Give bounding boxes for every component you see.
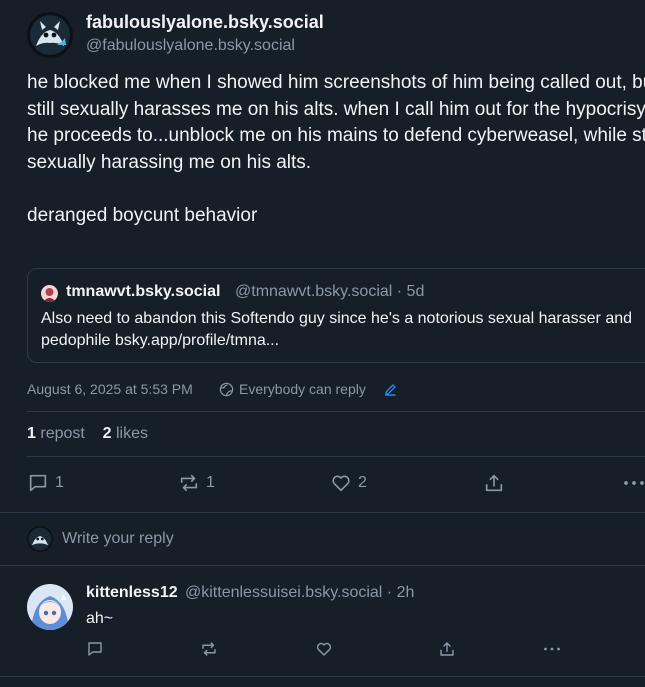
like-count[interactable]: 2 likes: [103, 425, 148, 442]
reply-text: ah~: [86, 610, 114, 627]
reply-count: 1: [55, 474, 64, 491]
share-button[interactable]: [483, 472, 505, 494]
like-action-count: 2: [358, 474, 367, 491]
reply-button[interactable]: 1: [27, 472, 64, 494]
reply-setting[interactable]: Everybody can reply: [239, 381, 366, 397]
reply-bubble-icon: [29, 474, 47, 492]
divider: [27, 456, 645, 457]
share-icon: [485, 474, 503, 492]
post-timestamp[interactable]: August 6, 2025 at 5:53 PM: [27, 381, 193, 397]
reply-like-button[interactable]: [315, 640, 333, 658]
heart-icon: [316, 642, 332, 656]
post-stats: 1 repost 2 likes: [27, 425, 148, 443]
globe-icon: [219, 382, 234, 402]
ellipsis-icon: [544, 647, 560, 651]
post-text: he blocked me when I showed him screensh…: [27, 72, 645, 226]
reply-author-name[interactable]: kittenless12: [86, 584, 178, 602]
reply-author-handle[interactable]: @kittenlessuisei.bsky.social · 2h: [185, 584, 414, 602]
repost-count[interactable]: 1 repost: [27, 425, 85, 442]
edit-pencil-icon[interactable]: [384, 383, 397, 401]
divider: [27, 411, 645, 412]
repost-action-count: 1: [206, 474, 215, 491]
author-avatar[interactable]: [27, 12, 73, 58]
quoted-author-name: tmnawvt.bsky.social: [66, 283, 221, 300]
repost-icon: [180, 474, 198, 492]
reply-composer[interactable]: Write your reply: [0, 513, 645, 565]
quoted-post-text: Also need to abandon this Softendo guy s…: [41, 310, 633, 349]
reply-bubble-icon: [88, 642, 102, 656]
repost-icon: [202, 642, 216, 656]
composer-avatar: [27, 526, 53, 552]
reply-share-button[interactable]: [438, 640, 456, 658]
reply-author-avatar[interactable]: [27, 584, 73, 630]
ellipsis-icon: [624, 481, 644, 485]
reply-repost-button[interactable]: [200, 640, 218, 658]
quoted-author-avatar: [41, 285, 58, 302]
quoted-post-card[interactable]: tmnawvt.bsky.social @tmnawvt.bsky.social…: [27, 268, 645, 363]
author-display-name[interactable]: fabulouslyalone.bsky.social: [86, 12, 324, 33]
share-icon: [440, 642, 454, 656]
reply-more-options-button[interactable]: [543, 640, 561, 658]
divider: [0, 676, 645, 677]
divider: [0, 565, 645, 566]
author-handle[interactable]: @fabulouslyalone.bsky.social: [86, 37, 295, 55]
heart-icon: [332, 475, 350, 492]
more-options-button[interactable]: [623, 472, 645, 494]
quoted-author-handle: @tmnawvt.bsky.social · 5d: [235, 283, 425, 300]
reply-reply-button[interactable]: [86, 640, 104, 658]
like-button[interactable]: 2: [330, 472, 367, 494]
reply-placeholder[interactable]: Write your reply: [62, 530, 174, 548]
repost-button[interactable]: 1: [178, 472, 215, 494]
